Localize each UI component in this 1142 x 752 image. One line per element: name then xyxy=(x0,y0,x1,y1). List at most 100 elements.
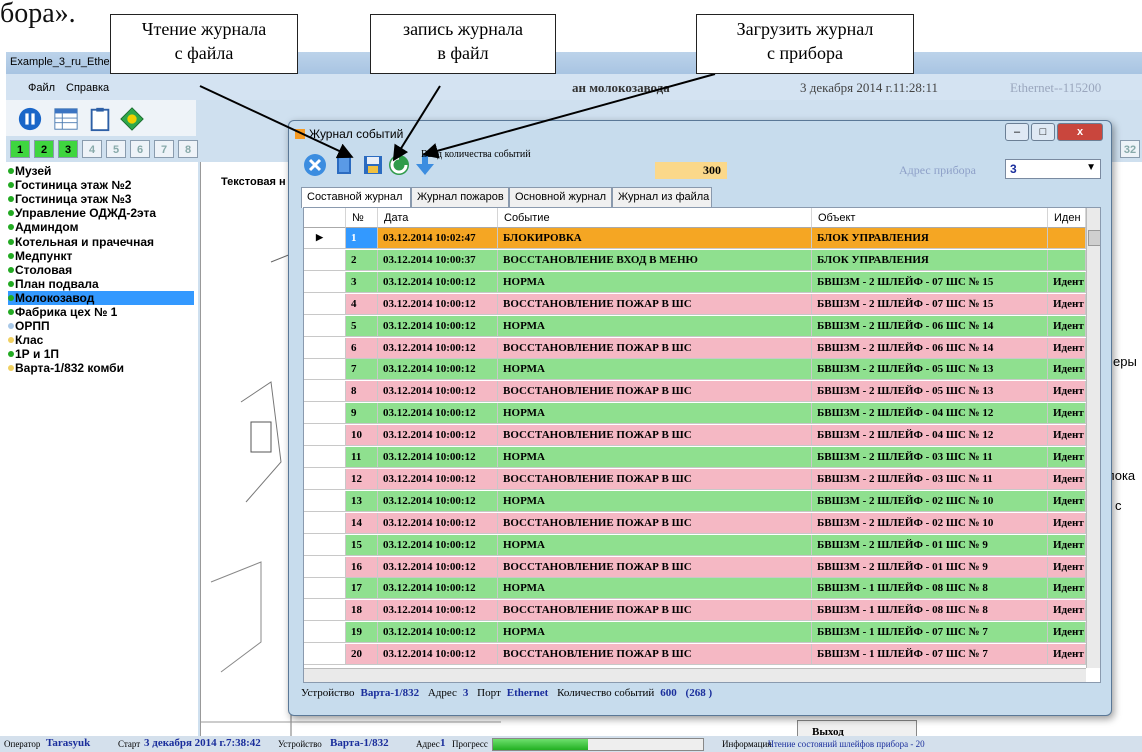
row-selector[interactable]: ▶ xyxy=(304,228,346,249)
object-list-item[interactable]: ОРПП xyxy=(8,319,50,333)
object-list-item[interactable]: Молокозавод xyxy=(8,290,194,305)
table-row[interactable]: ▶ 1 03.12.2014 10:02:47 БЛОКИРОВКА БЛОК УПРА… xyxy=(304,228,1086,249)
row-selector[interactable] xyxy=(304,403,346,425)
number-tab-2[interactable]: 2 xyxy=(34,140,54,158)
row-selector[interactable] xyxy=(304,490,346,512)
table-row[interactable]: 7 03.12.2014 10:00:12 НОРМА БВШЗМ - 2 ШЛЕЙФ… xyxy=(304,359,1086,381)
table-row[interactable]: 2 03.12.2014 10:00:37 ВОССТАНОВЛЕНИЕ ВХОД … xyxy=(304,249,1086,271)
row-selector[interactable] xyxy=(304,381,346,403)
clipboard-icon[interactable] xyxy=(86,106,114,132)
table-row[interactable]: 17 03.12.2014 10:00:12 НОРМА БВШЗМ - 1 ШЛЕЙ… xyxy=(304,578,1086,600)
object-list-item[interactable]: Админдом xyxy=(8,220,78,234)
number-tab-right[interactable]: 32 xyxy=(1120,140,1140,158)
diamond-indicator-icon[interactable] xyxy=(118,106,146,132)
cell-event: ВОССТАНОВЛЕНИЕ ВХОД В МЕНЮ xyxy=(498,249,812,271)
tab-main-journal[interactable]: Основной журнал xyxy=(509,187,612,207)
maximize-button[interactable]: □ xyxy=(1031,123,1055,141)
horizontal-scrollbar[interactable] xyxy=(304,668,1086,682)
object-list-item[interactable]: Медпункт xyxy=(8,249,72,263)
column-header-object[interactable]: Объект xyxy=(812,208,1048,228)
write-to-file-icon[interactable] xyxy=(361,153,385,177)
tab-fire-journal[interactable]: Журнал пожаров xyxy=(411,187,509,207)
row-selector[interactable] xyxy=(304,512,346,534)
menu-file[interactable]: Файл xyxy=(28,82,55,94)
table-icon[interactable] xyxy=(52,106,80,132)
cell-date: 03.12.2014 10:00:12 xyxy=(378,271,498,293)
table-row[interactable]: 16 03.12.2014 10:00:12 ВОССТАНОВЛЕНИЕ ПОЖА… xyxy=(304,556,1086,578)
cell-number: 5 xyxy=(346,315,378,337)
object-list-item[interactable]: Фабрика цех № 1 xyxy=(8,305,117,319)
object-list-item[interactable]: Гостиница этаж №3 xyxy=(8,192,131,206)
table-row[interactable]: 19 03.12.2014 10:00:12 НОРМА БВШЗМ - 1 ШЛЕЙ… xyxy=(304,622,1086,644)
object-list-item[interactable]: Гостиница этаж №2 xyxy=(8,178,131,192)
tab-composite-journal[interactable]: Составной журнал xyxy=(301,187,411,208)
table-row[interactable]: 15 03.12.2014 10:00:12 НОРМА БВШЗМ - 2 ШЛЕЙ… xyxy=(304,534,1086,556)
table-row[interactable]: 8 03.12.2014 10:00:12 ВОССТАНОВЛЕНИЕ ПОЖАР… xyxy=(304,381,1086,403)
column-header-id[interactable]: Иден xyxy=(1048,208,1086,228)
number-tab-7[interactable]: 7 xyxy=(154,140,174,158)
table-row[interactable]: 9 03.12.2014 10:00:12 НОРМА БВШЗМ - 2 ШЛЕЙФ… xyxy=(304,403,1086,425)
object-list-item[interactable]: Управление ОДЖД-2эта xyxy=(8,206,156,220)
row-selector[interactable] xyxy=(304,447,346,468)
row-selector[interactable] xyxy=(304,468,346,490)
column-header-number[interactable]: № xyxy=(346,208,378,228)
number-tab-8[interactable]: 8 xyxy=(178,140,198,158)
minimize-button[interactable]: – xyxy=(1005,123,1029,141)
table-row[interactable]: 10 03.12.2014 10:00:12 ВОССТАНОВЛЕНИЕ ПОЖА… xyxy=(304,425,1086,447)
refresh-icon[interactable] xyxy=(387,153,411,177)
event-count-input[interactable]: 300 xyxy=(655,162,727,179)
row-selector[interactable] xyxy=(304,337,346,359)
object-list-item[interactable]: Варта-1/832 комби xyxy=(8,361,124,375)
start-label: Старт xyxy=(118,739,141,749)
number-tab-3[interactable]: 3 xyxy=(58,140,78,158)
row-selector[interactable] xyxy=(304,315,346,337)
row-selector[interactable] xyxy=(304,271,346,293)
menu-help[interactable]: Справка xyxy=(66,82,109,94)
table-row[interactable]: 20 03.12.2014 10:00:12 ВОССТАНОВЛЕНИЕ ПОЖА… xyxy=(304,644,1086,666)
object-list-item[interactable]: 1Р и 1П xyxy=(8,347,59,361)
cell-number: 3 xyxy=(346,271,378,293)
column-header-date[interactable]: Дата xyxy=(378,208,498,228)
table-row[interactable]: 4 03.12.2014 10:00:12 ВОССТАНОВЛЕНИЕ ПОЖАР… xyxy=(304,293,1086,315)
row-selector[interactable] xyxy=(304,556,346,578)
pause-icon[interactable] xyxy=(16,106,44,132)
device-address-select[interactable]: 3 ▼ xyxy=(1005,159,1101,179)
number-tab-5[interactable]: 5 xyxy=(106,140,126,158)
row-selector[interactable] xyxy=(304,249,346,271)
table-row[interactable]: 13 03.12.2014 10:00:12 НОРМА БВШЗМ - 2 ШЛЕЙ… xyxy=(304,490,1086,512)
cell-event: ВОССТАНОВЛЕНИЕ ПОЖАР В ШС xyxy=(498,468,812,490)
status-dot-icon xyxy=(8,337,14,344)
row-selector[interactable] xyxy=(304,534,346,556)
row-selector[interactable] xyxy=(304,293,346,315)
object-list-item[interactable]: Клас xyxy=(8,333,43,347)
row-selector[interactable] xyxy=(304,578,346,600)
table-row[interactable]: 3 03.12.2014 10:00:12 НОРМА БВШЗМ - 2 ШЛЕЙФ… xyxy=(304,271,1086,293)
object-list-item[interactable]: Котельная и прачечная xyxy=(8,235,154,249)
vertical-scrollbar[interactable] xyxy=(1086,208,1100,668)
object-list-item[interactable]: Столовая xyxy=(8,263,72,277)
addr-label: Адрес xyxy=(416,739,440,749)
number-tab-4[interactable]: 4 xyxy=(82,140,102,158)
read-from-file-icon[interactable] xyxy=(333,153,357,177)
table-row[interactable]: 11 03.12.2014 10:00:12 НОРМА БВШЗМ - 2 ШЛЕЙ… xyxy=(304,447,1086,468)
number-tab-6[interactable]: 6 xyxy=(130,140,150,158)
cancel-icon[interactable] xyxy=(303,153,327,177)
column-header-event[interactable]: Событие xyxy=(498,208,812,228)
row-selector[interactable] xyxy=(304,644,346,666)
row-selector[interactable] xyxy=(304,600,346,622)
table-row[interactable]: 18 03.12.2014 10:00:12 ВОССТАНОВЛЕНИЕ ПОЖА… xyxy=(304,600,1086,622)
table-row[interactable]: 6 03.12.2014 10:00:12 ВОССТАНОВЛЕНИЕ ПОЖАР… xyxy=(304,337,1086,359)
row-selector[interactable] xyxy=(304,359,346,381)
row-selector[interactable] xyxy=(304,622,346,644)
number-tab-1[interactable]: 1 xyxy=(10,140,30,158)
object-list-item[interactable]: Музей xyxy=(8,164,51,178)
vertical-scroll-thumb[interactable] xyxy=(1088,230,1100,246)
tab-file-journal[interactable]: Журнал из файла xyxy=(612,187,712,207)
close-button[interactable]: x xyxy=(1057,123,1103,141)
table-row[interactable]: 14 03.12.2014 10:00:12 ВОССТАНОВЛЕНИЕ ПОЖА… xyxy=(304,512,1086,534)
table-row[interactable]: 12 03.12.2014 10:00:12 ВОССТАНОВЛЕНИЕ ПОЖА… xyxy=(304,468,1086,490)
table-row[interactable]: 5 03.12.2014 10:00:12 НОРМА БВШЗМ - 2 ШЛЕЙФ… xyxy=(304,315,1086,337)
row-selector[interactable] xyxy=(304,425,346,447)
object-list-item[interactable]: План подвала xyxy=(8,277,99,291)
cell-id: Идент xyxy=(1048,534,1086,556)
